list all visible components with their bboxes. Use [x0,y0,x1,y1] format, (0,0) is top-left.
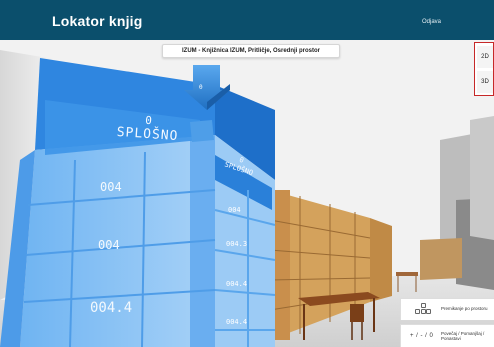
view-toggle: 2D 3D [474,42,494,96]
zoom-hint: + / - / 0 Povečaj / Pomanjšaj / Ponastav… [400,324,494,347]
shelf-label-left-2: 004 [98,238,120,252]
shelf-label-right-3: 004.4 [226,280,248,288]
logout-link[interactable]: Odjava [422,19,441,25]
shelf-label-left-1: 004 [100,180,122,194]
shelf-label-box: 0 [199,84,203,91]
top-bar: Lokator knjig Odjava [0,0,494,40]
app-title: Lokator knjig [52,13,143,29]
far-table [396,272,418,276]
view-2d-button[interactable]: 2D [477,46,493,68]
right-column [470,116,494,240]
shelf-label-right-1: 004 [228,206,241,214]
arrow-keys-icon [415,302,431,318]
zoom-keys-icon: + / - / 0 [410,333,434,339]
shelf-label-right-2: 004.3 [226,240,248,248]
far-wood-shelf [420,238,462,280]
move-hint-label: Premikanje po prostoru [441,306,488,311]
move-hint: Premikanje po prostoru [400,298,494,320]
highlighted-shelf-run[interactable] [0,58,276,347]
view-3d-button[interactable]: 3D [477,71,493,93]
location-label: IZUM - Knjižnica IZUM, Pritličje, Osredn… [162,44,340,58]
shelf-label-left-3: 004.4 [90,300,133,316]
shelf-label-right-4: 004.4 [226,318,248,326]
zoom-hint-label: Povečaj / Pomanjšaj / Ponastavi [441,331,485,341]
